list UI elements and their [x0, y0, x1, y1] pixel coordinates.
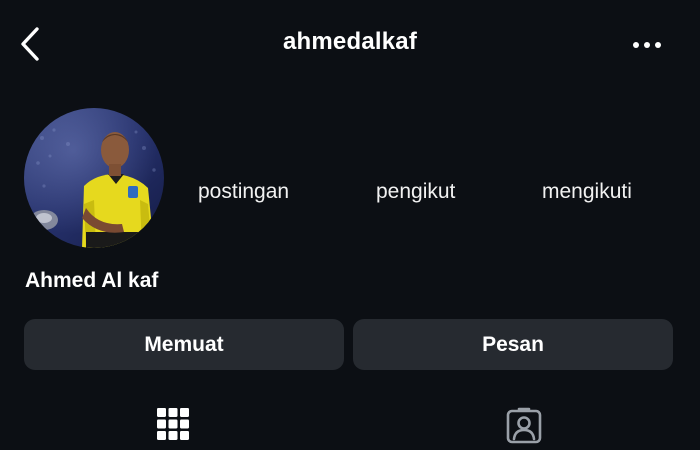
following-stat[interactable]: mengikuti [542, 180, 632, 204]
follow-button[interactable]: Memuat [24, 319, 344, 370]
profile-display-name: Ahmed Al kaf [25, 269, 159, 292]
avatar-photo [24, 108, 164, 248]
tagged-person-icon [506, 407, 542, 444]
tab-tagged[interactable] [502, 406, 546, 450]
posts-stat[interactable]: postingan [198, 180, 289, 204]
message-button[interactable]: Pesan [353, 319, 673, 370]
followers-stat[interactable]: pengikut [376, 180, 455, 204]
tab-posts-grid[interactable] [151, 406, 195, 450]
profile-avatar[interactable] [24, 108, 164, 248]
more-options-button[interactable] [630, 32, 664, 58]
grid-icon [157, 408, 189, 440]
profile-username: ahmedalkaf [282, 28, 418, 55]
more-horizontal-icon [633, 42, 661, 48]
